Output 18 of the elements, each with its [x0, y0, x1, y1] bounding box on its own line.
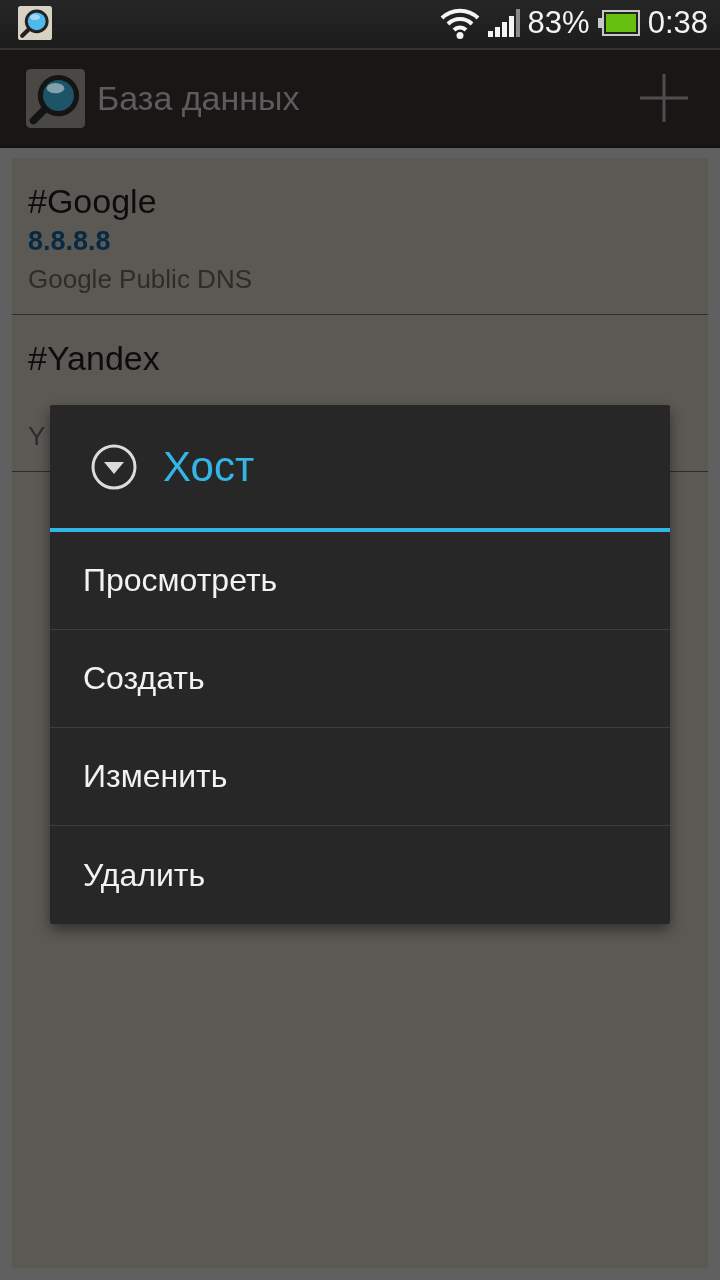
battery-icon	[597, 10, 640, 36]
host-name: #Yandex	[28, 338, 160, 379]
signal-icon	[487, 9, 520, 37]
dropdown-circle-icon	[91, 443, 137, 490]
menu-item[interactable]: Удалить	[50, 826, 670, 924]
add-icon	[640, 74, 688, 122]
host-address: 8.8.8.8	[28, 225, 111, 258]
menu-item[interactable]: Создать	[50, 630, 670, 728]
app-notification-icon	[18, 6, 52, 40]
wifi-icon	[439, 7, 480, 39]
add-button[interactable]	[640, 74, 688, 122]
menu-item[interactable]: Просмотреть	[50, 532, 670, 630]
clock-time: 0:38	[647, 5, 708, 41]
host-name: #Google	[28, 181, 157, 222]
battery-percent: 83%	[527, 5, 590, 41]
action-bar-title: База данных	[97, 78, 300, 118]
menu-item[interactable]: Изменить	[50, 728, 670, 826]
app-icon	[26, 68, 85, 128]
